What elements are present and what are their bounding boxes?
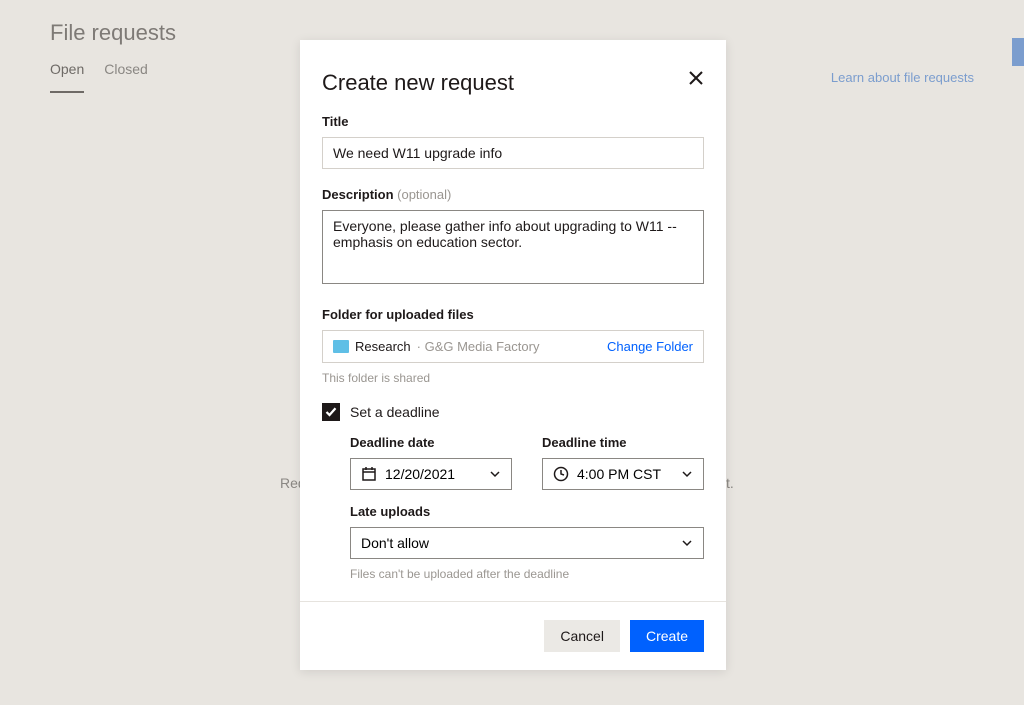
- late-uploads-helper: Files can't be uploaded after the deadli…: [350, 567, 704, 581]
- folder-label: Folder for uploaded files: [322, 307, 704, 322]
- calendar-icon: [361, 466, 377, 482]
- modal-header: Create new request: [300, 40, 726, 114]
- close-button[interactable]: [688, 70, 704, 89]
- modal-title: Create new request: [322, 70, 514, 96]
- folder-group: Folder for uploaded files Research · G&G…: [322, 307, 704, 385]
- change-folder-link[interactable]: Change Folder: [607, 339, 693, 354]
- deadline-row: Deadline date 12/20/2021: [350, 435, 704, 490]
- check-icon: [325, 406, 337, 418]
- folder-display: Research · G&G Media Factory: [333, 339, 539, 354]
- late-uploads-value: Don't allow: [361, 535, 429, 551]
- modal-body: Title Description (optional) Everyone, p…: [300, 114, 726, 601]
- folder-box: Research · G&G Media Factory Change Fold…: [322, 330, 704, 363]
- deadline-checkbox-row: Set a deadline: [322, 403, 704, 421]
- deadline-time-picker[interactable]: 4:00 PM CST: [542, 458, 704, 490]
- deadline-checkbox-label: Set a deadline: [350, 404, 440, 420]
- chevron-down-icon: [681, 537, 693, 549]
- create-button[interactable]: Create: [630, 620, 704, 652]
- late-uploads-select[interactable]: Don't allow: [350, 527, 704, 559]
- folder-icon: [333, 340, 349, 353]
- late-uploads-label: Late uploads: [350, 504, 704, 519]
- title-input[interactable]: [322, 137, 704, 169]
- modal-footer: Cancel Create: [300, 601, 726, 670]
- title-group: Title: [322, 114, 704, 169]
- deadline-date-col: Deadline date 12/20/2021: [350, 435, 512, 490]
- modal-overlay: Create new request Title Description (op…: [0, 0, 1024, 705]
- deadline-checkbox[interactable]: [322, 403, 340, 421]
- close-icon: [688, 70, 704, 86]
- description-input[interactable]: Everyone, please gather info about upgra…: [322, 210, 704, 284]
- deadline-date-label: Deadline date: [350, 435, 512, 450]
- chevron-down-icon: [489, 468, 501, 480]
- description-group: Description (optional) Everyone, please …: [322, 187, 704, 289]
- chevron-down-icon: [681, 468, 693, 480]
- clock-icon: [553, 466, 569, 482]
- deadline-time-col: Deadline time 4:00 PM CST: [542, 435, 704, 490]
- create-request-modal: Create new request Title Description (op…: [300, 40, 726, 670]
- deadline-date-picker[interactable]: 12/20/2021: [350, 458, 512, 490]
- deadline-time-label: Deadline time: [542, 435, 704, 450]
- cancel-button[interactable]: Cancel: [544, 620, 620, 652]
- deadline-date-value: 12/20/2021: [385, 466, 455, 482]
- deadline-time-value: 4:00 PM CST: [577, 466, 661, 482]
- deadline-section: Deadline date 12/20/2021: [322, 435, 704, 581]
- folder-path: · G&G Media Factory: [417, 339, 540, 354]
- late-uploads-group: Late uploads Don't allow Files can't be …: [350, 504, 704, 581]
- description-label: Description (optional): [322, 187, 704, 202]
- folder-name: Research: [355, 339, 411, 354]
- folder-helper: This folder is shared: [322, 371, 704, 385]
- title-label: Title: [322, 114, 704, 129]
